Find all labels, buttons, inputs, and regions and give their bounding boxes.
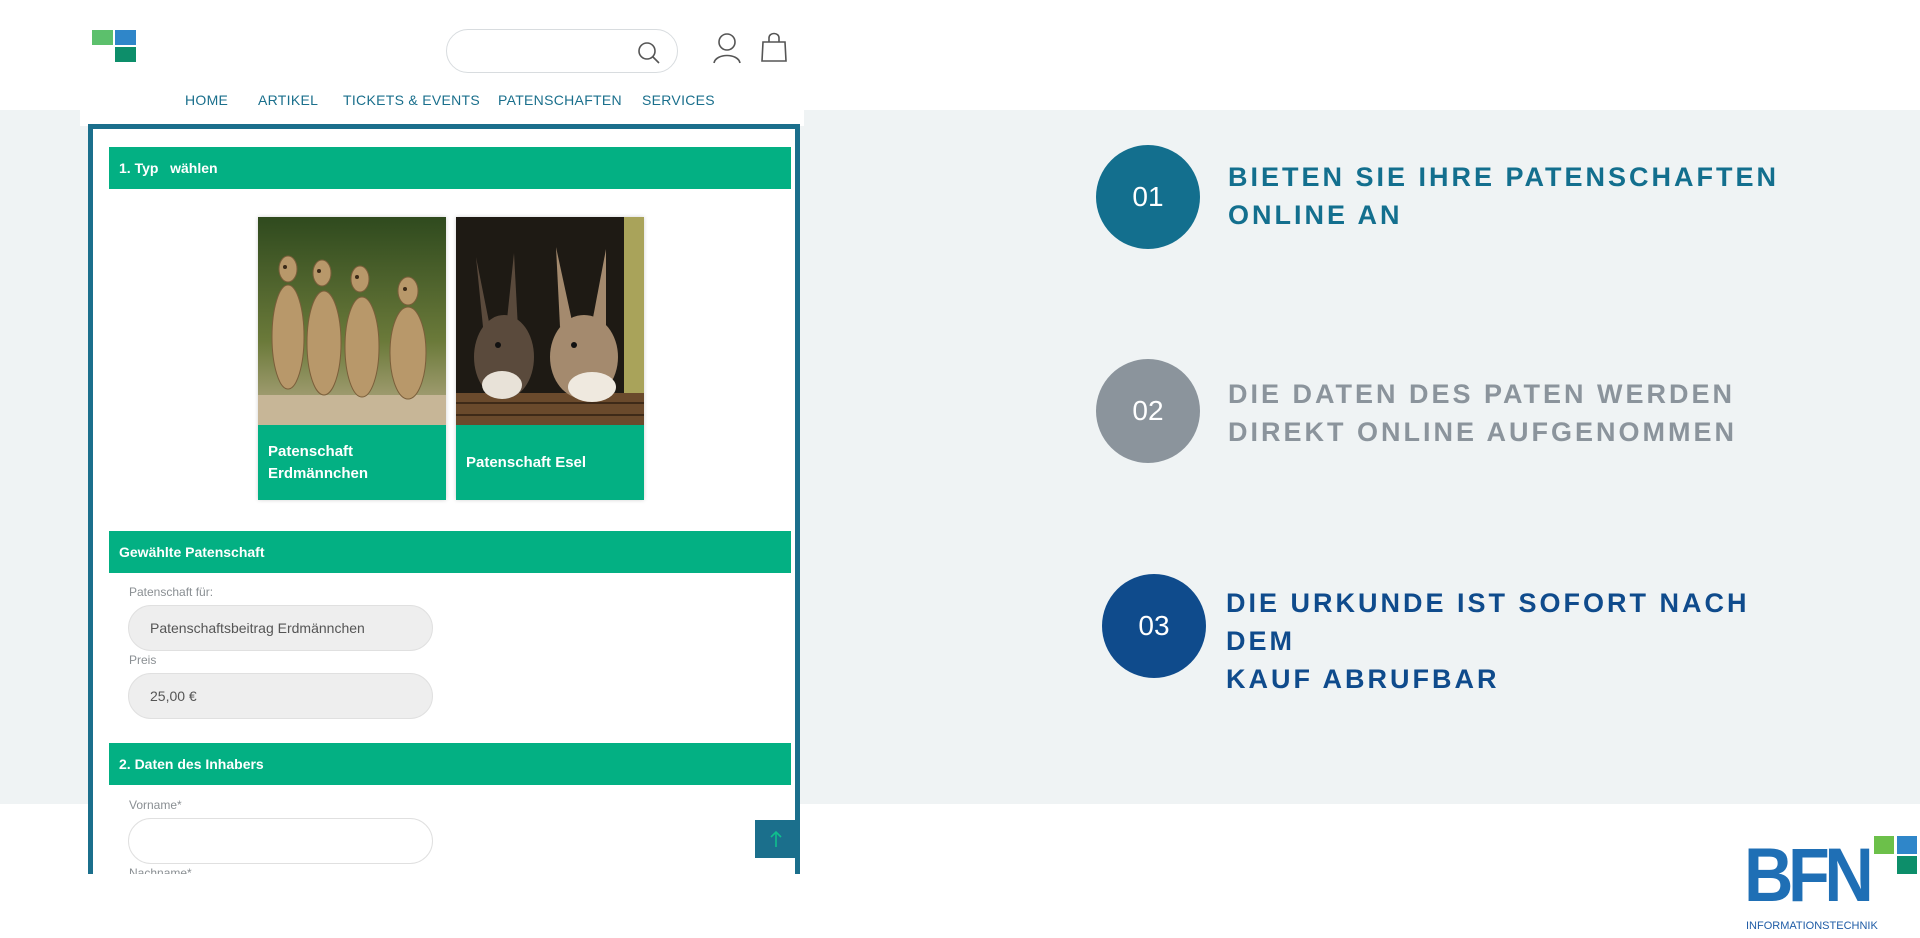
step-1-line1: BIETEN SIE IHRE PATENSCHAFTEN bbox=[1228, 162, 1780, 192]
card-donkey[interactable]: Patenschaft Esel bbox=[456, 217, 644, 500]
nav-patenschaften[interactable]: PATENSCHAFTEN bbox=[498, 92, 622, 108]
step-1-circle: 01 bbox=[1096, 145, 1200, 249]
search-input[interactable] bbox=[463, 38, 627, 66]
step-3-line1: DIE URKUNDE IST SOFORT NACH DEM bbox=[1226, 588, 1750, 656]
firstname-input[interactable] bbox=[128, 818, 433, 864]
lastname-label: Nachname* bbox=[129, 866, 192, 874]
meerkats-photo bbox=[258, 217, 446, 425]
shop-logo[interactable] bbox=[92, 30, 138, 64]
firstname-label: Vorname* bbox=[129, 798, 182, 812]
bfn-logo: BFN INFORMATIONSTECHNIK bbox=[1744, 836, 1920, 938]
nav-services[interactable]: SERVICES bbox=[642, 92, 715, 108]
sponsor-for-field[interactable] bbox=[128, 605, 433, 651]
shopping-bag-icon[interactable] bbox=[760, 31, 788, 63]
nav-tickets-events[interactable]: TICKETS & EVENTS bbox=[343, 92, 480, 108]
nav-artikel[interactable]: ARTIKEL bbox=[258, 92, 318, 108]
step-2-line2: DIREKT ONLINE AUFGENOMMEN bbox=[1228, 417, 1737, 447]
form-frame: 1. Typ wählen Patenschaft Erdmännchen Pa… bbox=[88, 124, 800, 874]
step-3-circle: 03 bbox=[1102, 574, 1206, 678]
user-icon[interactable] bbox=[712, 32, 742, 64]
section-owner-header: 2. Daten des Inhabers bbox=[109, 743, 791, 785]
step-3-line2: KAUF ABRUFBAR bbox=[1226, 664, 1500, 694]
section-selected-header: Gewählte Patenschaft bbox=[109, 531, 791, 573]
step-1-line2: ONLINE AN bbox=[1228, 200, 1403, 230]
donkeys-photo bbox=[456, 217, 644, 425]
step-2-line1: DIE DATEN DES PATEN WERDEN bbox=[1228, 379, 1736, 409]
step-3-text: DIE URKUNDE IST SOFORT NACH DEM KAUF ABR… bbox=[1226, 584, 1826, 698]
price-field[interactable] bbox=[128, 673, 433, 719]
search-box[interactable] bbox=[446, 29, 678, 73]
scroll-to-top-button[interactable] bbox=[755, 820, 797, 858]
main-nav: HOME ARTIKEL TICKETS & EVENTS PATENSCHAF… bbox=[0, 92, 800, 112]
step-2-text: DIE DATEN DES PATEN WERDEN DIREKT ONLINE… bbox=[1228, 375, 1828, 451]
section-type-header: 1. Typ wählen bbox=[109, 147, 791, 189]
card-meerkat[interactable]: Patenschaft Erdmännchen bbox=[258, 217, 446, 500]
arrow-up-icon bbox=[770, 830, 782, 847]
step-2-circle: 02 bbox=[1096, 359, 1200, 463]
bfn-logo-letters: BFN bbox=[1744, 833, 1874, 918]
bfn-logo-tagline: INFORMATIONSTECHNIK bbox=[1746, 920, 1878, 932]
price-label: Preis bbox=[129, 653, 157, 667]
sponsor-for-label: Patenschaft für: bbox=[129, 585, 214, 599]
card-caption-meerkat: Patenschaft Erdmännchen bbox=[258, 425, 446, 500]
search-icon[interactable] bbox=[637, 41, 661, 65]
card-caption-donkey: Patenschaft Esel bbox=[456, 425, 644, 500]
nav-home[interactable]: HOME bbox=[185, 92, 228, 108]
step-1-text: BIETEN SIE IHRE PATENSCHAFTEN ONLINE AN bbox=[1228, 158, 1828, 234]
